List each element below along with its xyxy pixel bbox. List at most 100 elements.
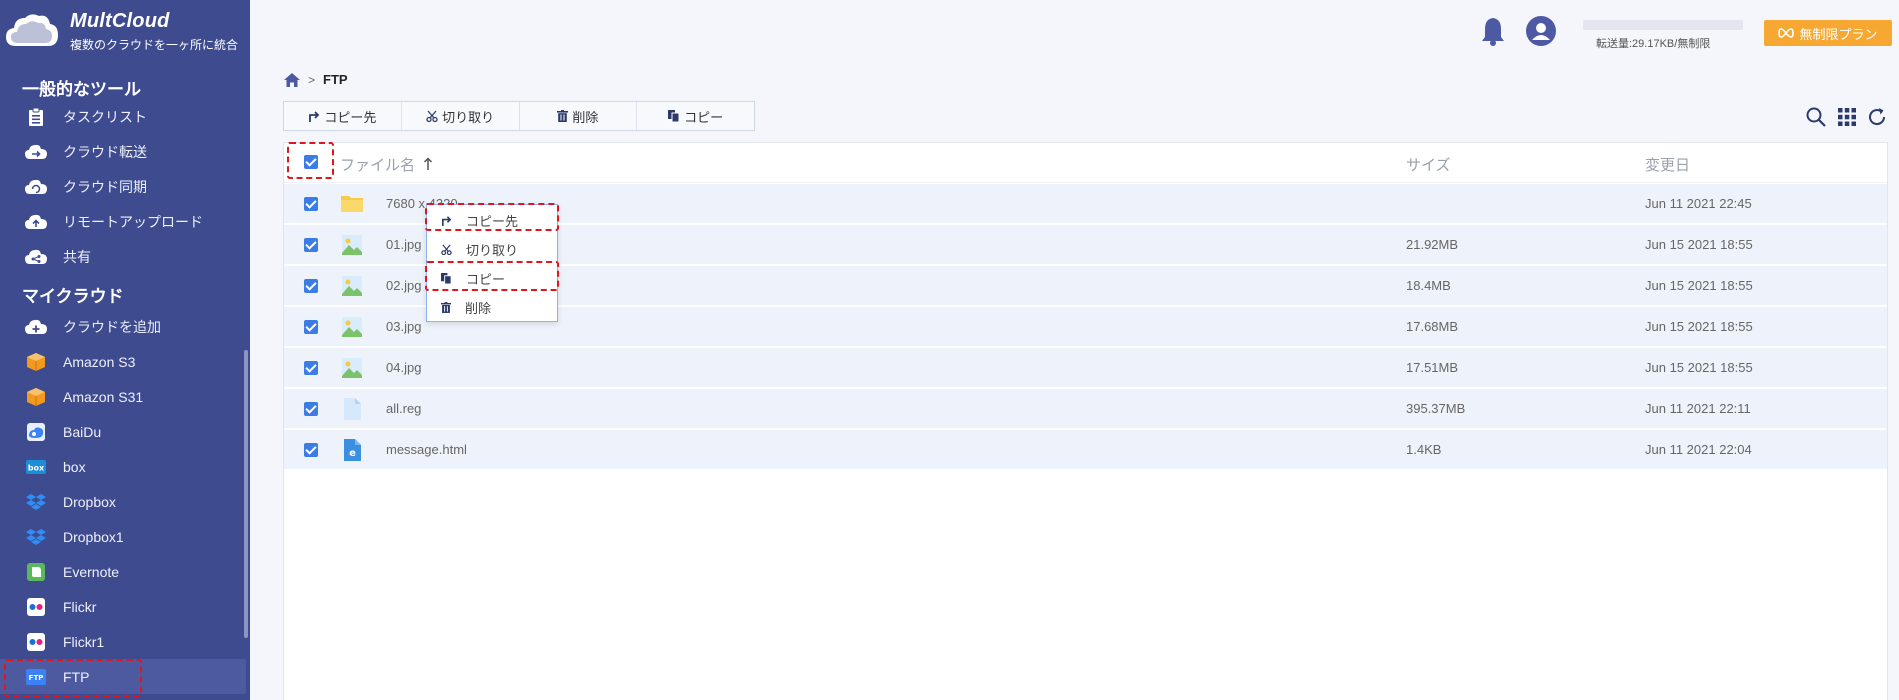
- dropbox-icon: [24, 490, 48, 514]
- file-size: 18.4MB: [1406, 278, 1451, 293]
- select-all-checkbox[interactable]: [304, 155, 318, 169]
- column-header-modified[interactable]: 変更日: [1645, 154, 1690, 175]
- delete-button[interactable]: 削除: [518, 102, 637, 130]
- context-menu-delete[interactable]: 削除: [427, 293, 557, 322]
- section-title-my-cloud: マイクラウド: [22, 287, 124, 306]
- breadcrumb-current[interactable]: FTP: [323, 72, 348, 87]
- sidebar-item-cloud-transfer[interactable]: クラウド転送: [0, 134, 246, 169]
- sidebar-item-cloud-sync[interactable]: クラウド同期: [0, 169, 246, 204]
- ftp-icon: FTP: [24, 665, 48, 689]
- sidebar-item-amazon-s31[interactable]: Amazon S31: [0, 379, 246, 414]
- sidebar-item-ftp[interactable]: FTP FTP: [0, 659, 246, 694]
- file-name[interactable]: 02.jpg: [386, 278, 421, 293]
- context-menu-copy-to-label: コピー先: [466, 214, 519, 229]
- sidebar-item-flickr1[interactable]: Flickr1: [0, 624, 246, 659]
- unlimited-plan-button[interactable]: 無制限プラン: [1764, 20, 1892, 46]
- sidebar-item-label: 共有: [63, 248, 91, 265]
- file-name[interactable]: 04.jpg: [386, 360, 421, 375]
- row-checkbox[interactable]: [304, 279, 318, 293]
- image-file-icon: [342, 235, 362, 255]
- file-date: Jun 15 2021 18:55: [1645, 278, 1753, 293]
- column-header-name[interactable]: ファイル名: [340, 154, 433, 175]
- brand[interactable]: MultCloud 複数のクラウドを一ヶ所に統合: [0, 0, 250, 60]
- svg-text:e: e: [349, 448, 356, 459]
- plan-button-label: 無制限プラン: [1799, 26, 1878, 42]
- bell-icon[interactable]: [1480, 16, 1506, 46]
- file-date: Jun 11 2021 22:04: [1645, 442, 1752, 457]
- table-row[interactable]: 04.jpg 17.51MB Jun 15 2021 18:55: [284, 348, 1887, 388]
- sidebar-item-add-cloud[interactable]: クラウドを追加: [0, 309, 246, 344]
- row-checkbox[interactable]: [304, 320, 318, 334]
- file-name[interactable]: 03.jpg: [386, 319, 421, 334]
- sidebar-item-amazon-s3[interactable]: Amazon S3: [0, 344, 246, 379]
- table-row[interactable]: e message.html 1.4KB Jun 11 2021 22:04: [284, 430, 1887, 470]
- copy-to-label: コピー先: [324, 109, 377, 125]
- sidebar-item-label: リモートアップロード: [63, 213, 203, 230]
- infinity-icon: [1778, 28, 1795, 38]
- row-checkbox[interactable]: [304, 443, 318, 457]
- context-menu-cut[interactable]: 切り取り: [427, 235, 557, 264]
- cloud-add-icon: [24, 315, 48, 339]
- copy-to-button[interactable]: コピー先: [284, 102, 401, 130]
- cut-label: 切り取り: [442, 109, 495, 125]
- copy-to-icon: [309, 111, 320, 122]
- image-file-icon: [342, 317, 362, 337]
- home-icon[interactable]: [284, 72, 300, 87]
- column-header-size[interactable]: サイズ: [1406, 154, 1451, 175]
- file-name[interactable]: message.html: [386, 442, 467, 457]
- context-menu: コピー先 切り取り コピー 削除: [426, 204, 558, 322]
- file-name[interactable]: all.reg: [386, 401, 421, 416]
- sidebar-item-flickr[interactable]: Flickr: [0, 589, 246, 624]
- quota-text: 転送量:29.17KB/無制限: [1596, 38, 1711, 50]
- user-avatar[interactable]: [1526, 16, 1556, 46]
- sidebar-item-label: Flickr1: [63, 633, 105, 650]
- file-date: Jun 15 2021 18:55: [1645, 319, 1753, 334]
- refresh-icon[interactable]: [1866, 106, 1888, 128]
- sidebar-item-label: クラウド転送: [63, 143, 147, 160]
- trash-icon: [441, 302, 451, 313]
- search-icon[interactable]: [1805, 106, 1827, 128]
- sidebar-item-label: BaiDu: [63, 423, 102, 440]
- sidebar-item-remote-upload[interactable]: リモートアップロード: [0, 204, 246, 239]
- brand-name: MultCloud: [70, 10, 170, 32]
- multcloud-logo-icon: [6, 14, 58, 46]
- sidebar-item-box[interactable]: box box: [0, 449, 246, 484]
- delete-label: 削除: [572, 109, 599, 125]
- file-date: Jun 11 2021 22:45: [1645, 196, 1752, 211]
- context-menu-cut-label: 切り取り: [466, 243, 519, 258]
- sidebar-item-dropbox1[interactable]: Dropbox1: [0, 519, 246, 554]
- sidebar-item-share[interactable]: 共有: [0, 239, 246, 274]
- file-name[interactable]: 01.jpg: [386, 237, 421, 252]
- chevron-right-icon: >: [308, 72, 316, 87]
- context-menu-copy-to[interactable]: コピー先: [427, 206, 557, 235]
- context-menu-copy[interactable]: コピー: [427, 264, 557, 293]
- copy-button[interactable]: コピー: [636, 102, 754, 130]
- sidebar-item-label: Evernote: [63, 563, 120, 580]
- cloud-sync-icon: [24, 175, 48, 199]
- table-row[interactable]: all.reg 395.37MB Jun 11 2021 22:11: [284, 389, 1887, 429]
- sidebar-item-dropbox[interactable]: Dropbox: [0, 484, 246, 519]
- cut-button[interactable]: 切り取り: [400, 102, 519, 130]
- scissors-icon: [426, 110, 438, 122]
- row-checkbox[interactable]: [304, 197, 318, 211]
- flickr-icon: [24, 630, 48, 654]
- sidebar-scrollbar[interactable]: [244, 350, 248, 638]
- cloud-transfer-icon: [24, 140, 48, 164]
- box-icon: box: [24, 455, 48, 479]
- file-icon: [344, 398, 361, 420]
- sidebar-item-baidu[interactable]: BaiDu: [0, 414, 246, 449]
- scissors-icon: [441, 244, 452, 255]
- sidebar-item-label: Amazon S31: [63, 388, 144, 405]
- image-file-icon: [342, 276, 362, 296]
- row-checkbox[interactable]: [304, 402, 318, 416]
- sort-ascending-icon: [424, 157, 433, 170]
- sidebar-item-task-list[interactable]: タスクリスト: [0, 99, 246, 134]
- amazon-s3-icon: [24, 350, 48, 374]
- grid-view-icon[interactable]: [1836, 106, 1858, 128]
- row-checkbox[interactable]: [304, 361, 318, 375]
- baidu-icon: [24, 420, 48, 444]
- row-checkbox[interactable]: [304, 238, 318, 252]
- sidebar-item-evernote[interactable]: Evernote: [0, 554, 246, 589]
- svg-text:FTP: FTP: [29, 674, 44, 682]
- brand-tagline: 複数のクラウドを一ヶ所に統合: [70, 38, 239, 52]
